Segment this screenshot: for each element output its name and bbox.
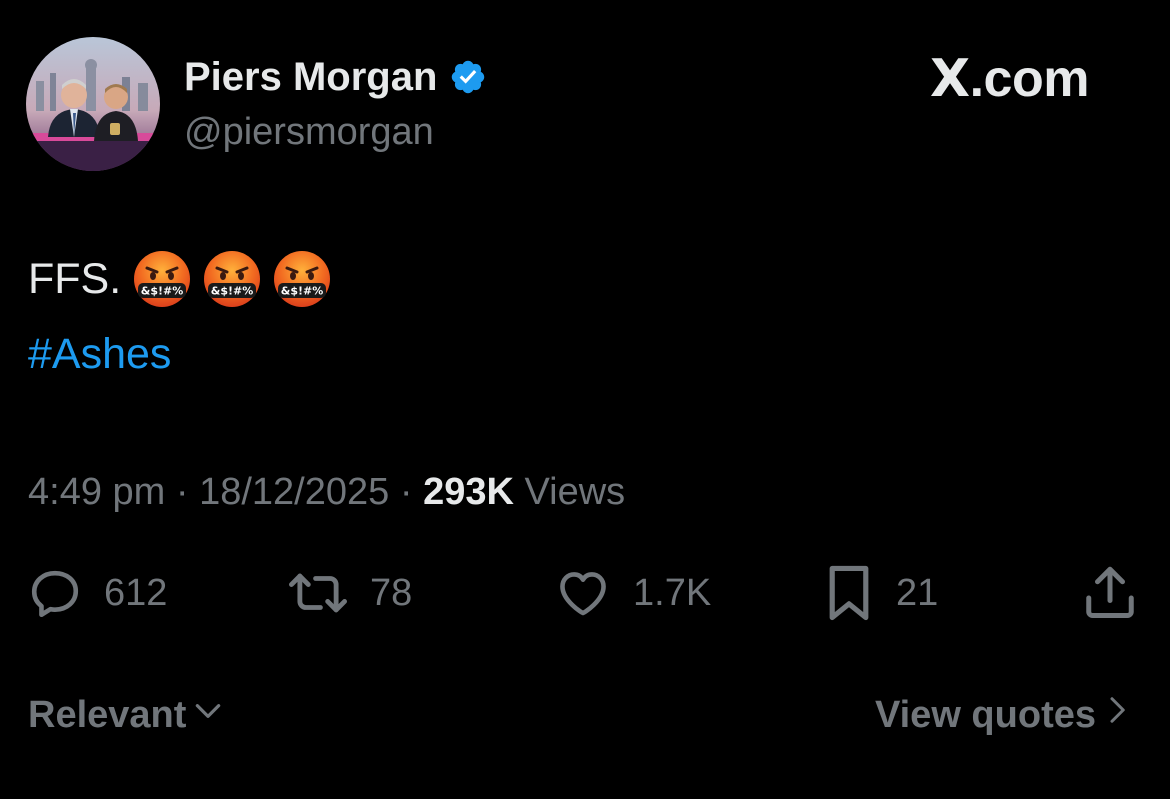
like-count: 1.7K [633,572,712,614]
x-logo-suffix: .com [969,50,1090,108]
repost-button[interactable]: 78 [286,562,412,624]
tweet-meta: 4:49 pm · 18/12/2025 · 293K Views [28,468,625,516]
chevron-right-icon [1102,690,1132,740]
svg-text:&$!#%: &$!#% [141,285,184,298]
views-label: Views [524,471,626,513]
heart-icon [560,572,606,616]
repost-icon [288,573,347,613]
svg-text:&$!#%: &$!#% [211,285,254,298]
author-handle[interactable]: @piersmorgan [184,108,434,156]
x-icon: X [930,49,970,109]
reply-icon [31,570,79,618]
sort-dropdown[interactable]: Relevant [28,690,224,740]
avatar-image [26,37,160,171]
verified-badge-icon [449,58,487,96]
face-with-symbols-on-mouth-icon: &$!#% [273,250,331,308]
tweet-text: FFS. &$!#% &$!#% &$!#% [28,250,331,308]
reply-count: 612 [104,572,168,614]
display-name[interactable]: Piers Morgan [184,52,437,102]
bookmark-button[interactable]: 21 [822,562,938,624]
sort-label: Relevant [28,694,187,736]
face-with-symbols-on-mouth-icon: &$!#% [133,250,191,308]
bookmark-count: 21 [896,572,939,614]
face-with-symbols-on-mouth-icon: &$!#% [203,250,261,308]
avatar[interactable] [26,37,160,171]
tweet-date[interactable]: 18/12/2025 [199,471,389,513]
author-name-row[interactable]: Piers Morgan [184,52,487,102]
share-button[interactable] [1080,562,1140,624]
views-count: 293K [423,471,514,513]
reply-button[interactable]: 612 [26,562,167,624]
view-quotes-label: View quotes [874,694,1096,736]
tweet-time[interactable]: 4:49 pm [28,471,165,513]
x-com-logo: X.com [930,48,1089,110]
svg-text:&$!#%: &$!#% [281,285,324,298]
repost-count: 78 [370,572,413,614]
meta-separator: · [175,471,189,513]
meta-separator: · [399,471,413,513]
bookmark-icon [829,565,869,621]
share-icon [1086,566,1134,618]
chevron-down-icon [192,690,224,740]
view-quotes-link[interactable]: View quotes [875,690,1132,740]
like-button[interactable]: 1.7K [553,562,711,624]
tweet-text-content: FFS. [28,255,122,303]
hashtag-link[interactable]: #Ashes [28,326,171,382]
